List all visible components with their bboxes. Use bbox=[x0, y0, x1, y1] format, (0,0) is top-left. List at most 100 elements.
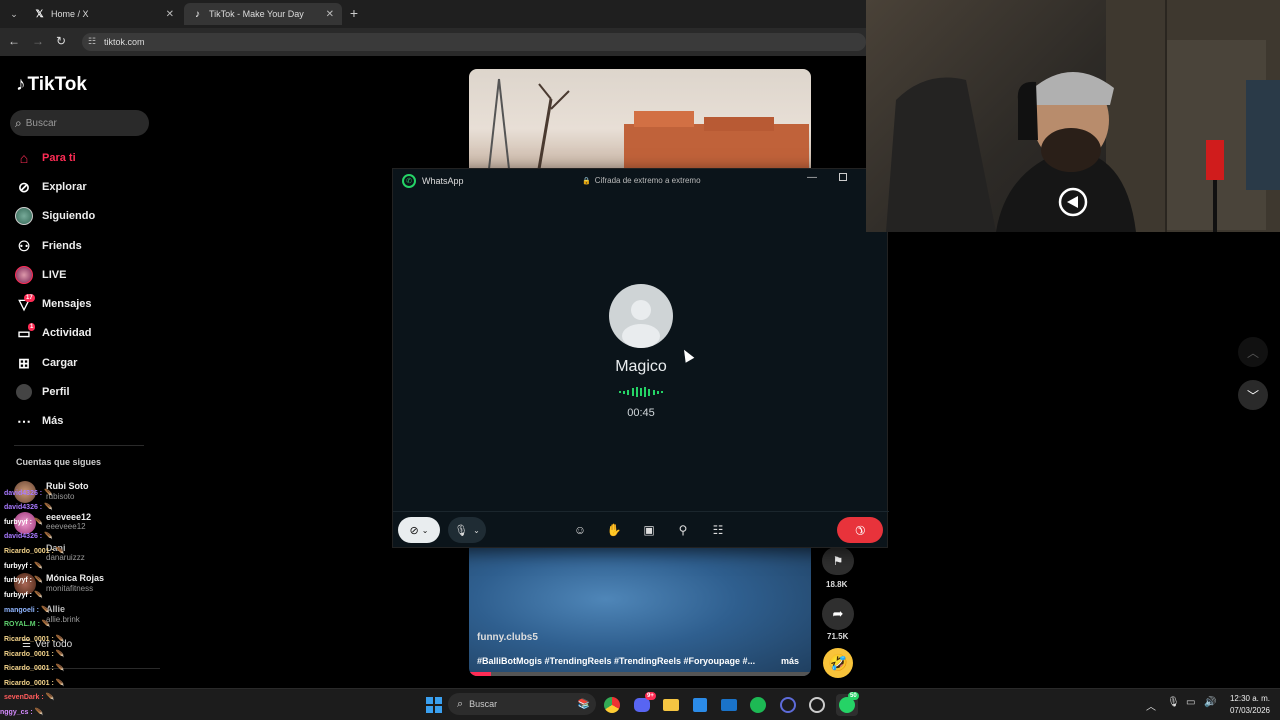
following-handle: monitafitness bbox=[46, 584, 94, 593]
chat-message: david4326 : 🪶 bbox=[4, 504, 53, 511]
chat-message: david4326 : 🪶 bbox=[4, 490, 53, 497]
nav-item-siguiendo[interactable]: Siguiendo bbox=[14, 205, 95, 227]
taskbar-obs[interactable] bbox=[806, 694, 828, 716]
chat-message: Ricardo_0001 : 🪶 bbox=[4, 665, 65, 672]
taskbar-whatsapp[interactable]: 50 bbox=[836, 692, 859, 716]
nav-item-mensajes[interactable]: ▽ Mensajes 17 bbox=[14, 293, 92, 315]
controls-divider bbox=[393, 511, 889, 512]
nav-item-live[interactable]: LIVE bbox=[14, 264, 66, 286]
reload-icon[interactable]: ↻ bbox=[56, 34, 66, 48]
following-title: Cuentas que sigues bbox=[16, 457, 102, 467]
microphone-button[interactable]: 🎙 ⌄ bbox=[448, 517, 486, 543]
share-button[interactable]: ➦ bbox=[822, 598, 854, 630]
chat-button[interactable]: ☷ bbox=[705, 517, 731, 543]
end-call-icon: ✆ bbox=[851, 521, 869, 539]
tiktok-logo-icon: ♪ bbox=[16, 74, 26, 95]
chat-message: Ricardo_0001 : 🪶 bbox=[4, 651, 65, 658]
tiktok-logo-icon: ♪ bbox=[195, 8, 200, 20]
search-icon: ⌕ bbox=[457, 697, 464, 710]
screen-share-button[interactable]: ▣ bbox=[636, 517, 662, 543]
chat-message: ROYAL.M : 🪶 bbox=[4, 621, 51, 628]
nav-item-actividad[interactable]: ▭ Actividad 1 bbox=[14, 322, 92, 344]
encryption-notice: 🔒 Cifrada de extremo a extremo bbox=[582, 176, 701, 185]
chat-message: furbyyf : 🪶 bbox=[4, 519, 43, 526]
webcam-overlay bbox=[866, 0, 1280, 232]
add-person-icon: ⚲ bbox=[678, 523, 688, 537]
back-icon[interactable]: ← bbox=[8, 34, 20, 48]
end-call-button[interactable]: ✆ bbox=[837, 517, 883, 543]
url-bar[interactable]: ☷ tiktok.com bbox=[82, 33, 866, 51]
taskbar-search-placeholder: Buscar bbox=[469, 699, 498, 709]
minimize-button[interactable]: — bbox=[807, 172, 817, 183]
taskbar-search-input[interactable]: ⌕ Buscar 📚 bbox=[448, 693, 596, 715]
share-count: 71.5K bbox=[827, 632, 849, 641]
maximize-button[interactable] bbox=[839, 173, 847, 181]
more-link[interactable]: más bbox=[781, 656, 799, 666]
messages-badge: 17 bbox=[24, 294, 35, 302]
following-name[interactable]: Mónica Rojas bbox=[46, 573, 104, 583]
camera-toggle-button[interactable]: ⊘ ⌄ bbox=[398, 517, 440, 543]
raise-hand-button[interactable]: ✋ bbox=[601, 517, 627, 543]
following-name[interactable]: eeeveee12 bbox=[46, 512, 91, 522]
tab-search-button[interactable]: ⌄ bbox=[6, 6, 22, 22]
network-icon[interactable]: ▭ bbox=[1186, 697, 1195, 708]
taskbar-mail[interactable] bbox=[718, 694, 740, 716]
tab-label: Home / X bbox=[51, 9, 89, 19]
discord-icon bbox=[634, 698, 650, 712]
chevron-down-icon: ⌄ bbox=[473, 525, 480, 535]
nav-item-cargar[interactable]: ⊞ Cargar bbox=[14, 352, 77, 374]
nav-label: Para ti bbox=[42, 152, 76, 164]
nav-label: Más bbox=[42, 415, 64, 427]
chevron-up-icon: ︿ bbox=[1246, 345, 1259, 360]
tiktok-logo[interactable]: ♪ TikTok bbox=[16, 74, 87, 96]
video-frame-bottom[interactable]: funny.clubs5 #BalliBotMogis #TrendingRee… bbox=[469, 548, 811, 676]
chat-message: furbyyf : 🪶 bbox=[4, 592, 43, 599]
video-progress-bar[interactable] bbox=[469, 672, 811, 676]
sound-disc[interactable]: 🤣 bbox=[823, 648, 853, 678]
taskbar-store[interactable] bbox=[689, 694, 711, 716]
nav-item-mas[interactable]: ⋯ Más bbox=[14, 410, 63, 432]
close-tab-icon[interactable]: ✕ bbox=[326, 9, 334, 20]
taskbar-discord[interactable]: 9+ bbox=[631, 692, 656, 716]
bookmark-icon: ⚑ bbox=[832, 554, 844, 568]
chat-icon: ☷ bbox=[712, 523, 724, 537]
nav-item-perfil[interactable]: Perfil bbox=[14, 381, 70, 403]
video-caption-user[interactable]: funny.clubs5 bbox=[477, 632, 538, 643]
chat-message: Ricardo_0001 : 🪶 bbox=[4, 548, 65, 555]
close-tab-icon[interactable]: ✕ bbox=[166, 9, 174, 20]
start-button[interactable] bbox=[423, 694, 445, 716]
bookmark-button[interactable]: ⚑ bbox=[822, 547, 854, 575]
new-tab-button[interactable]: + bbox=[346, 5, 362, 21]
taskbar-app[interactable] bbox=[777, 694, 799, 716]
site-info-icon[interactable]: ☷ bbox=[88, 36, 96, 47]
live-avatar-icon bbox=[14, 265, 34, 285]
chat-message: furbyyf : 🪶 bbox=[4, 563, 43, 570]
tab-tiktok[interactable]: ♪ TikTok - Make Your Day ✕ bbox=[184, 3, 342, 25]
forward-icon[interactable]: → bbox=[32, 34, 44, 48]
audio-wave-icon bbox=[619, 387, 663, 397]
add-participant-button[interactable]: ⚲ bbox=[670, 517, 696, 543]
tiktok-search-input[interactable]: ⌕ Buscar bbox=[10, 110, 149, 136]
volume-icon[interactable]: 🔊 bbox=[1204, 697, 1216, 708]
clock-date[interactable]: 07/03/2026 bbox=[1224, 706, 1270, 715]
tray-overflow-icon[interactable]: ︿ bbox=[1146, 698, 1156, 713]
search-placeholder: Buscar bbox=[25, 117, 57, 129]
microphone-tray-icon[interactable]: 🎙 bbox=[1167, 697, 1180, 708]
clock-time[interactable]: 12:30 a. m. bbox=[1224, 694, 1270, 703]
tab-home-x[interactable]: 𝕏 Home / X ✕ bbox=[26, 3, 182, 25]
spotify-icon bbox=[750, 697, 766, 713]
taskbar-file-explorer[interactable] bbox=[660, 694, 682, 716]
taskbar-spotify[interactable] bbox=[747, 694, 769, 716]
video-caption-tags[interactable]: #BalliBotMogis #TrendingReels #TrendingR… bbox=[477, 656, 769, 666]
url-text: tiktok.com bbox=[104, 37, 145, 47]
microphone-icon: 🎙 bbox=[454, 524, 469, 537]
emoji-reaction-button[interactable]: ☺ bbox=[567, 517, 593, 543]
previous-video-button[interactable]: ︿ bbox=[1238, 337, 1268, 367]
video-frame-top[interactable] bbox=[469, 69, 811, 169]
next-video-button[interactable]: ﹀ bbox=[1238, 380, 1268, 410]
nav-item-explorar[interactable]: ⊘ Explorar bbox=[14, 176, 87, 198]
taskbar-chrome[interactable] bbox=[601, 694, 623, 716]
nav-label: Mensajes bbox=[42, 298, 92, 310]
nav-item-para-ti[interactable]: ⌂ Para ti bbox=[14, 147, 76, 169]
nav-item-friends[interactable]: ⚇ Friends bbox=[14, 235, 82, 257]
